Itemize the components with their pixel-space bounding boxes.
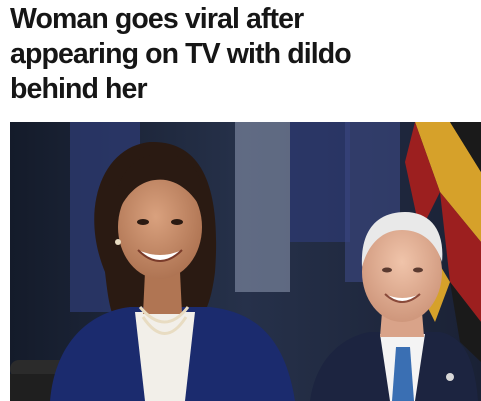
headline-line-1: Woman goes viral after [10, 3, 304, 35]
headline-line-3: behind her [10, 73, 148, 105]
meme-page: Woman goes viral after appearing on TV w… [0, 0, 481, 401]
headline: Woman goes viral after appearing on TV w… [10, 2, 480, 107]
headline-line-2: appearing on TV with dildo [10, 38, 352, 70]
news-photo [10, 122, 481, 401]
news-photo-illustration [10, 122, 481, 401]
